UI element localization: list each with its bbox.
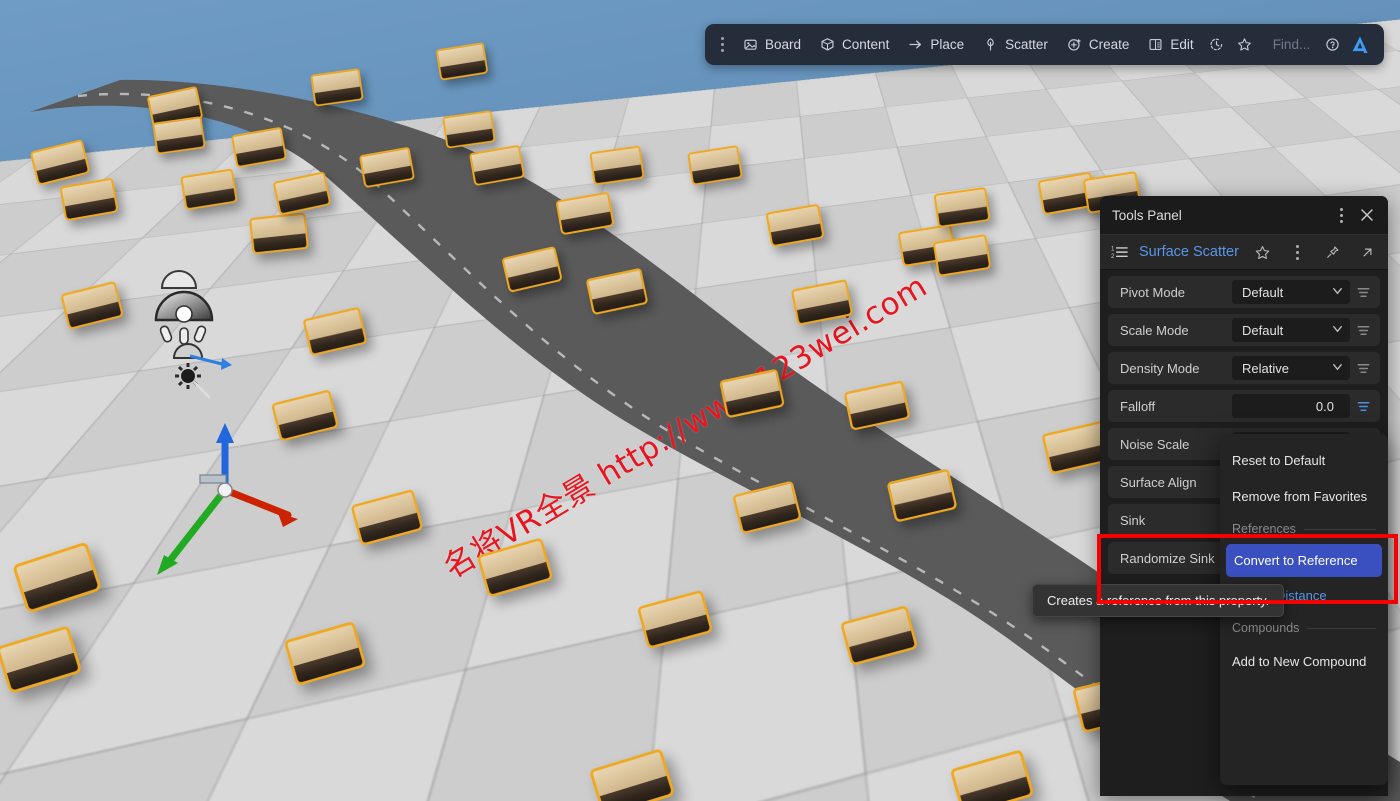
plus-sparkle-icon [1068, 38, 1082, 51]
scatter-instance[interactable] [152, 116, 206, 155]
property-value: Default [1242, 322, 1284, 338]
property-label: Sink [1120, 512, 1146, 528]
toolbar-item-label: Place [930, 37, 965, 52]
toolbar-item-board[interactable]: Board [733, 29, 810, 61]
axis-gizmo[interactable] [140, 415, 320, 595]
toolbar-item-content[interactable]: Content [810, 29, 898, 61]
scatter-instance[interactable] [442, 110, 496, 149]
filter-icon [1357, 401, 1369, 411]
tree-icon [987, 38, 994, 51]
toolbar-item-scatter[interactable]: Scatter [973, 29, 1057, 61]
open-external-icon[interactable] [1354, 239, 1380, 265]
tooltip: Creates a reference from this property. [1032, 584, 1285, 617]
edit-panel-icon [1149, 38, 1162, 51]
ordered-list-icon: 1 2 [1111, 245, 1128, 260]
toolbar-item-create[interactable]: Create [1057, 29, 1139, 61]
pin-icon[interactable] [1319, 239, 1345, 265]
toolbar-item-label: Edit [1170, 37, 1194, 52]
menu-item[interactable]: Reset to Default [1220, 442, 1388, 478]
history-clock-icon[interactable] [1203, 30, 1231, 60]
menu-section-header: Compounds [1220, 613, 1388, 643]
light-gizmo[interactable] [150, 258, 260, 408]
menu-section-header: References [1220, 514, 1388, 544]
find-input[interactable]: Find... [1259, 37, 1319, 52]
scatter-instance[interactable] [248, 212, 310, 255]
box-icon [821, 38, 834, 51]
toolbar-item-label: Create [1088, 37, 1130, 52]
close-icon[interactable] [1354, 202, 1380, 228]
property-row[interactable]: Pivot Mode Default [1108, 276, 1380, 308]
menu-item-label: Remove from Favorites [1232, 488, 1368, 504]
menu-section-label: References [1232, 522, 1296, 536]
toolbar-item-edit[interactable]: Edit [1138, 29, 1202, 61]
filter-icon [1357, 325, 1369, 335]
property-label: Surface Align [1120, 474, 1197, 490]
surface-scatter-title: Surface Scatter [1139, 244, 1239, 260]
menu-item-label: Add to New Compound [1232, 653, 1367, 669]
menu-divider [1307, 627, 1376, 629]
property-value: Relative [1242, 360, 1289, 376]
toolbar-item-label: Scatter [1005, 37, 1048, 52]
property-label: Noise Scale [1120, 436, 1190, 452]
menu-divider [1303, 528, 1376, 530]
toolbar-more-icon[interactable] [711, 30, 733, 60]
menu-item-label: Reset to Default [1232, 452, 1326, 468]
application-window: 名将VR全景 http://www.123wei.com Board Conte… [0, 0, 1400, 801]
property-value: 0.0 [1315, 398, 1334, 414]
toolbar-item-label: Board [765, 37, 802, 52]
tools-panel-title: Tools Panel [1112, 207, 1182, 223]
tools-panel-header: Tools Panel [1100, 196, 1388, 234]
property-number-field[interactable]: 0.0 [1232, 394, 1350, 418]
property-row[interactable]: Scale Mode Default [1108, 314, 1380, 346]
scatter-instance[interactable] [310, 68, 364, 107]
menu-item[interactable]: Convert to Reference [1226, 544, 1382, 577]
chevron-down-icon[interactable] [1331, 360, 1344, 376]
toolbar-item-place[interactable]: Place [898, 29, 973, 61]
scatter-instance[interactable] [933, 186, 991, 228]
menu-item-label: Convert to Reference [1234, 553, 1358, 568]
surface-scatter-more-icon[interactable] [1284, 239, 1310, 265]
property-dropdown[interactable]: Relative [1232, 356, 1350, 380]
property-label: Pivot Mode [1120, 284, 1186, 300]
sun-gizmo [175, 363, 211, 399]
property-row[interactable]: Falloff 0.0 [1108, 390, 1380, 422]
filter-icon [1357, 287, 1369, 297]
chevron-down-icon[interactable] [1331, 322, 1344, 338]
rotate-gizmo [172, 343, 232, 370]
toolbar-item-label: Content [842, 37, 890, 52]
property-label: Randomize Sink [1120, 550, 1215, 566]
star-icon[interactable] [1249, 239, 1275, 265]
menu-item[interactable]: Add to New Compound [1220, 643, 1388, 679]
property-filter-icon[interactable] [1350, 399, 1376, 414]
menu-section-label: Compounds [1232, 621, 1300, 635]
filter-icon [1357, 363, 1369, 373]
property-label: Falloff [1120, 398, 1156, 414]
property-value: Default [1242, 284, 1284, 300]
property-dropdown[interactable]: Default [1232, 318, 1350, 342]
question-circle-icon[interactable] [1318, 30, 1346, 60]
favorite-star-icon[interactable] [1231, 30, 1259, 60]
board-icon [744, 39, 757, 50]
svg-text:1: 1 [1111, 245, 1115, 252]
property-dropdown[interactable]: Default [1232, 280, 1350, 304]
property-label: Density Mode [1120, 360, 1200, 376]
property-row[interactable]: Density Mode Relative [1108, 352, 1380, 384]
tools-panel-subheader: 1 2 Surface Scatter [1100, 234, 1388, 270]
chevron-down-icon[interactable] [1331, 284, 1344, 300]
menu-item[interactable]: Remove from Favorites [1220, 478, 1388, 514]
property-filter-icon[interactable] [1350, 361, 1376, 376]
arrow-right-icon [909, 40, 922, 49]
app-logo-icon[interactable] [1346, 30, 1374, 60]
svg-text:2: 2 [1111, 253, 1115, 260]
property-filter-icon[interactable] [1350, 285, 1376, 300]
scatter-instance[interactable] [589, 145, 645, 186]
property-label: Scale Mode [1120, 322, 1189, 338]
property-filter-icon[interactable] [1350, 323, 1376, 338]
main-toolbar[interactable]: Board Content Place Scatter Create Edit … [705, 24, 1385, 65]
tools-panel-more-icon[interactable] [1328, 202, 1354, 228]
